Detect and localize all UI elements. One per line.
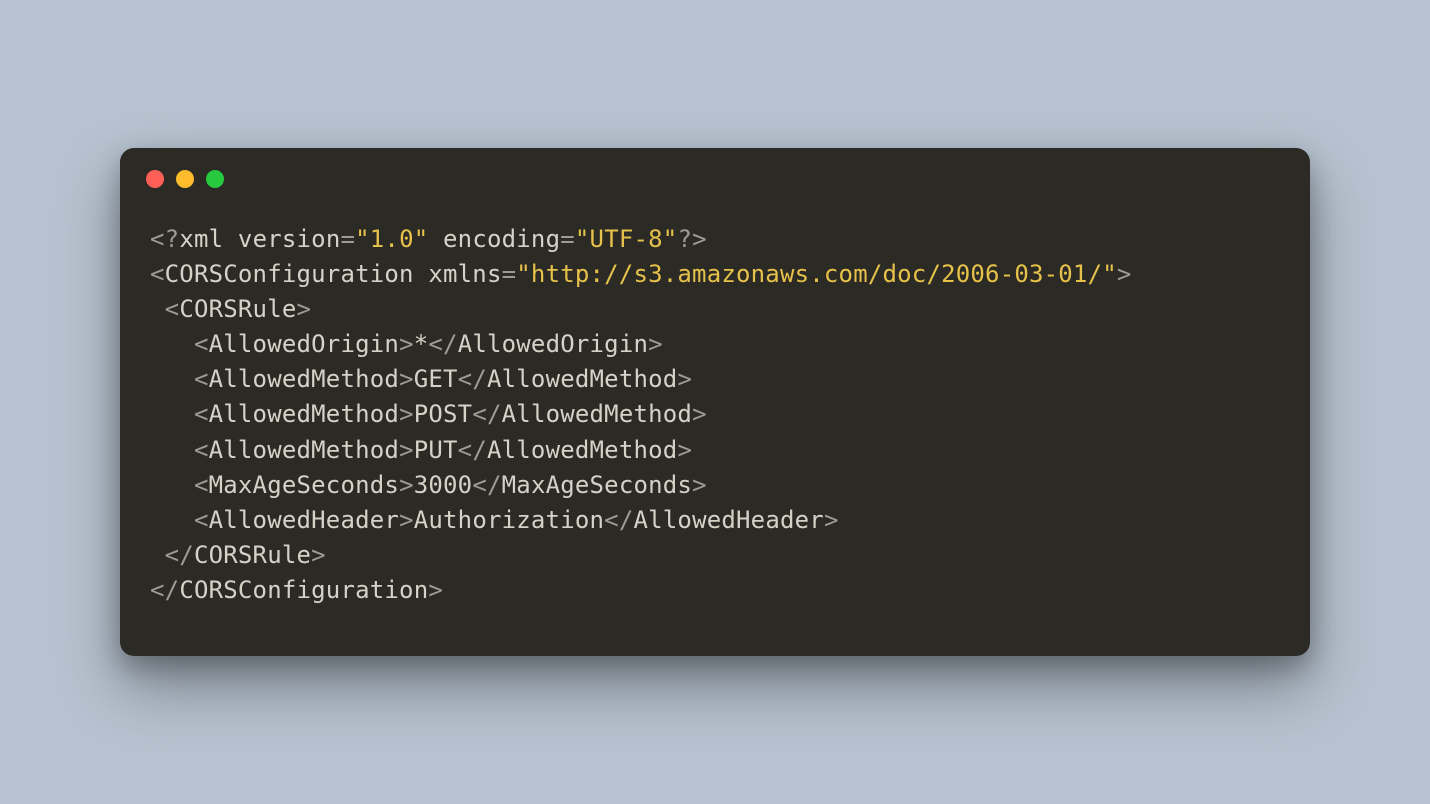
punct: < [150,506,209,534]
punct: </ [150,541,194,569]
punct: <? [150,225,179,253]
punct: < [150,295,179,323]
punct: </ [428,330,457,358]
space [223,225,238,253]
code-line: </CORSRule> [150,541,326,569]
punct: </ [458,436,487,464]
text-content: GET [414,365,458,393]
space [414,260,429,288]
tag-name: AllowedHeader [633,506,823,534]
punct: < [150,436,209,464]
window-close-icon[interactable] [146,170,164,188]
code-window: <?xml version="1.0" encoding="UTF-8"?> <… [120,148,1310,655]
code-line: <MaxAgeSeconds>3000</MaxAgeSeconds> [150,471,707,499]
string: "UTF-8" [575,225,678,253]
punct: < [150,400,209,428]
punct: > [677,436,692,464]
code-line: <AllowedOrigin>*</AllowedOrigin> [150,330,663,358]
punct: </ [150,576,179,604]
string: "1.0" [355,225,428,253]
punct: > [428,576,443,604]
code-line: <CORSRule> [150,295,311,323]
punct: </ [604,506,633,534]
punct: > [824,506,839,534]
punct: > [692,471,707,499]
punct: > [311,541,326,569]
text-content: Authorization [414,506,604,534]
stage: <?xml version="1.0" encoding="UTF-8"?> <… [0,0,1430,804]
code-line: <AllowedHeader>Authorization</AllowedHea… [150,506,839,534]
punct: = [340,225,355,253]
window-titlebar [120,148,1310,198]
tag-name: CORSRule [194,541,311,569]
text-content: 3000 [414,471,473,499]
tag-name: AllowedOrigin [209,330,399,358]
text-content: PUT [414,436,458,464]
window-minimize-icon[interactable] [176,170,194,188]
attr-name: encoding [443,225,560,253]
tag-name: AllowedMethod [209,436,399,464]
code-line: </CORSConfiguration> [150,576,443,604]
punct: < [150,260,165,288]
tag-name: AllowedHeader [209,506,399,534]
punct: > [399,506,414,534]
punct: = [560,225,575,253]
tag-name: MaxAgeSeconds [502,471,692,499]
punct: ?> [677,225,706,253]
space [428,225,443,253]
punct: > [399,436,414,464]
code-line: <AllowedMethod>POST</AllowedMethod> [150,400,707,428]
code-block: <?xml version="1.0" encoding="UTF-8"?> <… [120,198,1310,607]
punct: > [1117,260,1132,288]
punct: </ [472,400,501,428]
punct: > [399,365,414,393]
tag-name: AllowedMethod [487,365,677,393]
punct: > [692,400,707,428]
punct: < [150,471,209,499]
tag-name: CORSConfiguration [165,260,414,288]
tag-name: AllowedMethod [209,400,399,428]
punct: > [677,365,692,393]
punct: < [150,365,209,393]
punct: < [150,330,209,358]
punct: </ [458,365,487,393]
attr-name: version [238,225,341,253]
tag-name: CORSRule [179,295,296,323]
tag-name: AllowedMethod [209,365,399,393]
code-line: <AllowedMethod>GET</AllowedMethod> [150,365,692,393]
tag-name: AllowedOrigin [458,330,648,358]
string: "http://s3.amazonaws.com/doc/2006-03-01/… [516,260,1117,288]
window-zoom-icon[interactable] [206,170,224,188]
punct: > [399,471,414,499]
tag-name: AllowedMethod [487,436,677,464]
tag-name: MaxAgeSeconds [209,471,399,499]
tag-name: xml [179,225,223,253]
text-content: * [414,330,429,358]
code-line: <?xml version="1.0" encoding="UTF-8"?> [150,225,707,253]
punct: > [297,295,312,323]
tag-name: AllowedMethod [502,400,692,428]
punct: = [502,260,517,288]
text-content: POST [414,400,473,428]
punct: > [399,330,414,358]
code-line: <AllowedMethod>PUT</AllowedMethod> [150,436,692,464]
code-line: <CORSConfiguration xmlns="http://s3.amaz… [150,260,1132,288]
punct: > [399,400,414,428]
tag-name: CORSConfiguration [179,576,428,604]
attr-name: xmlns [428,260,501,288]
punct: </ [472,471,501,499]
punct: > [648,330,663,358]
